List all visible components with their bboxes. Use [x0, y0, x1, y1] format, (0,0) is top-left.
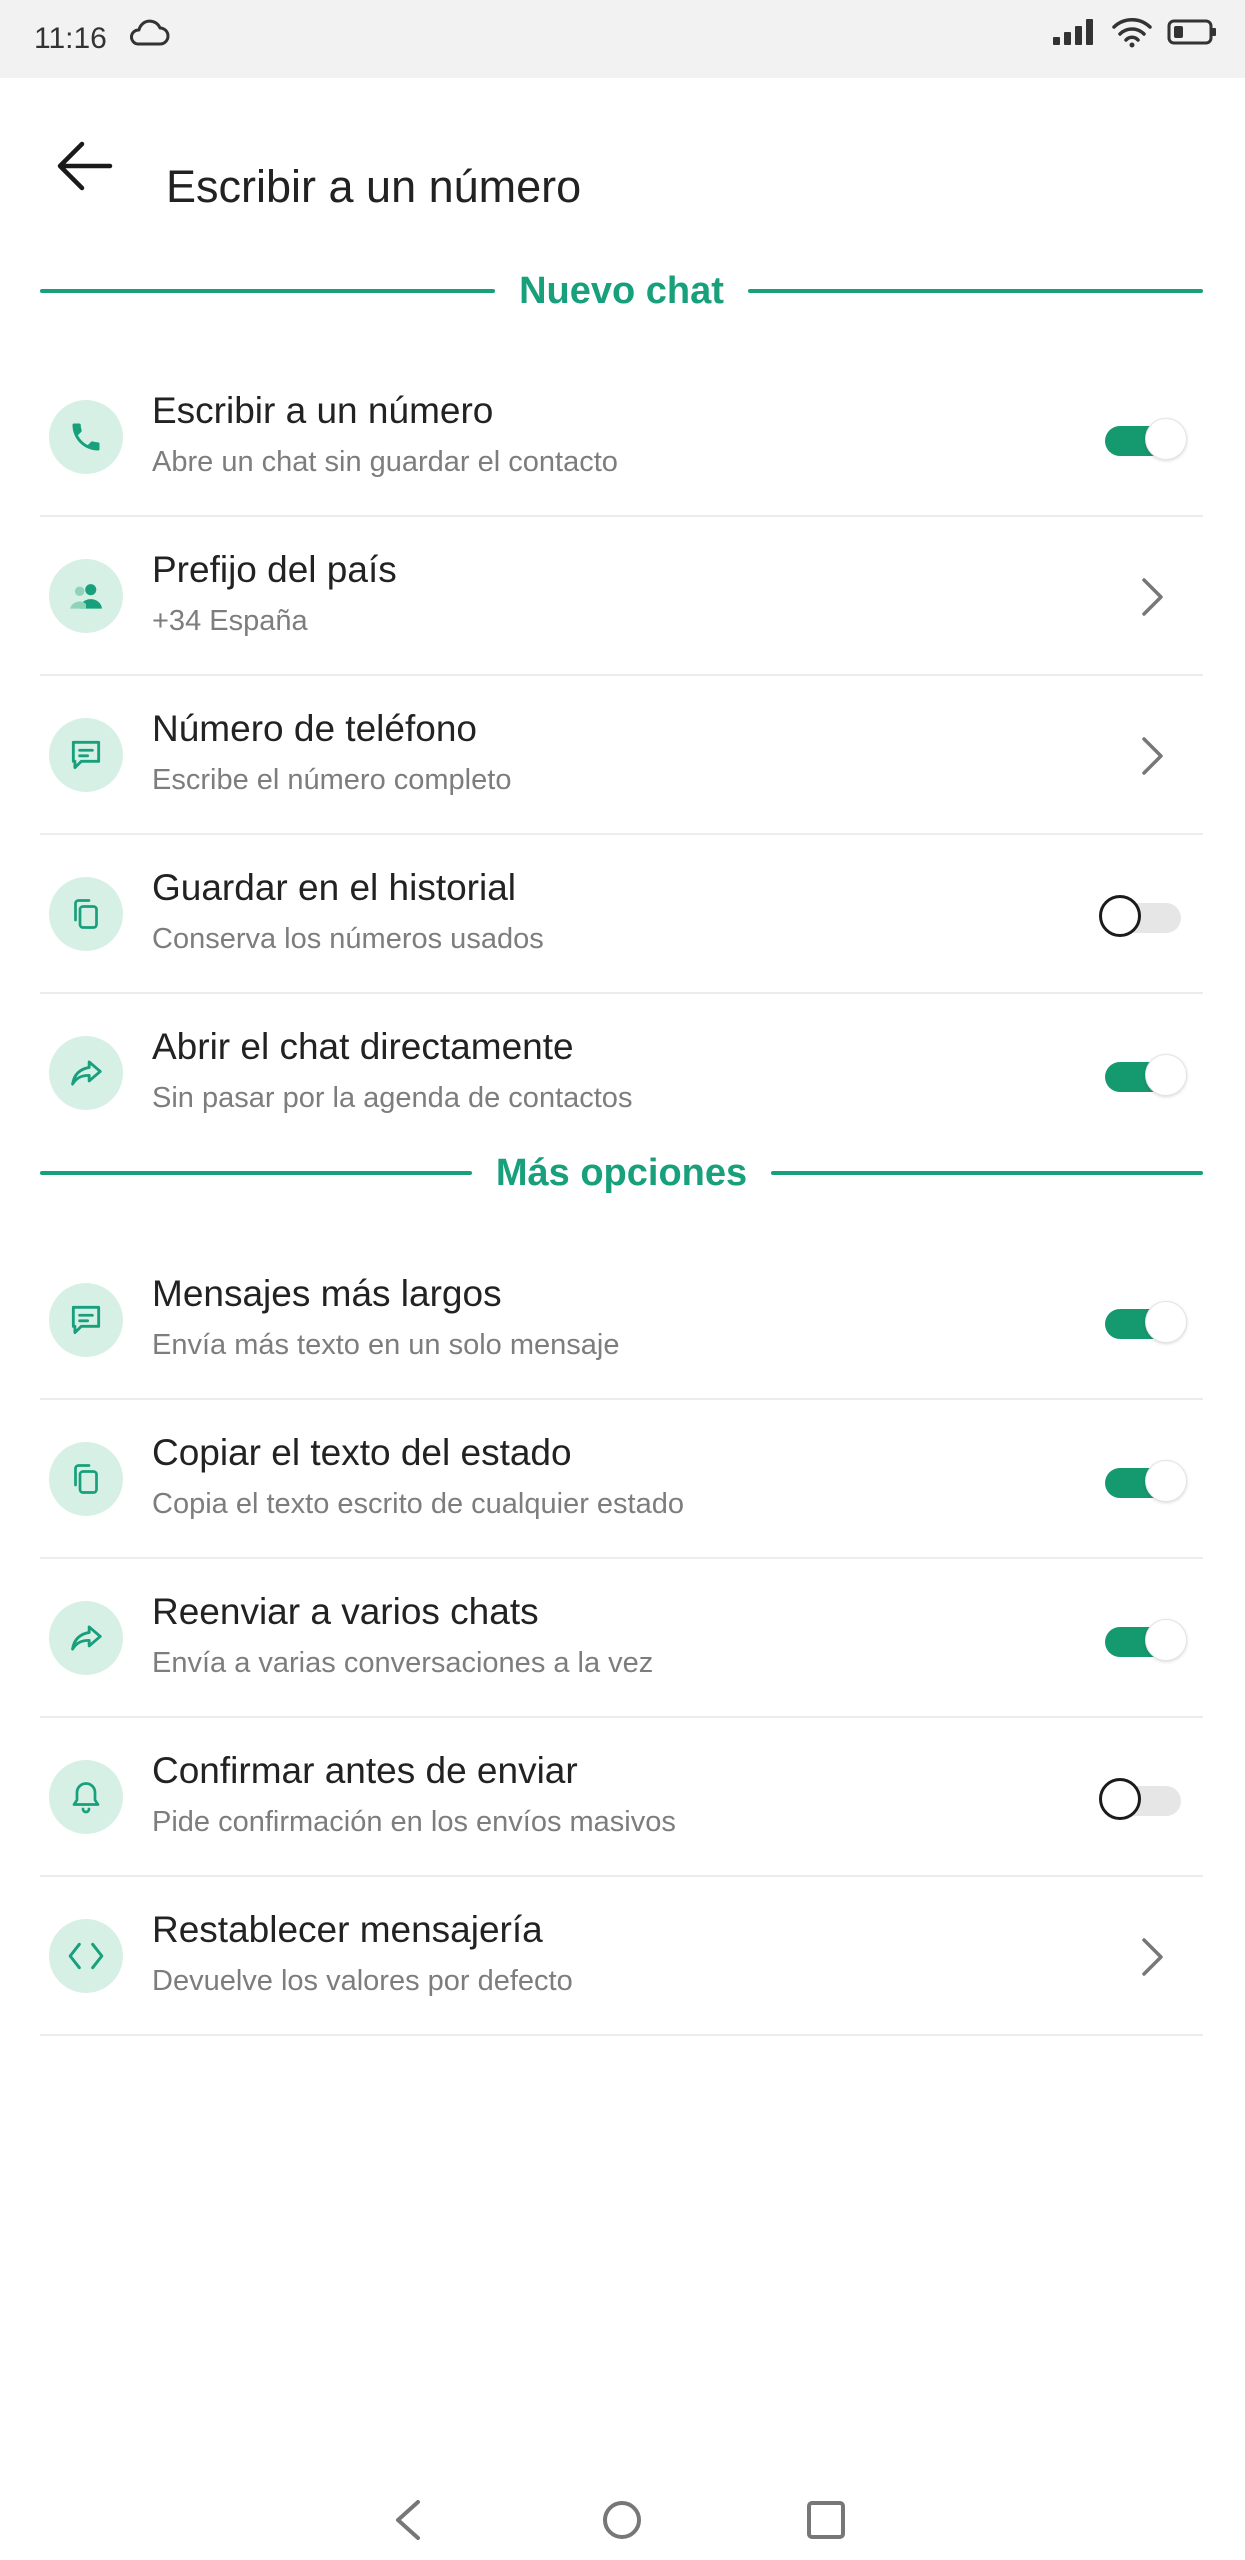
code-icon — [49, 1919, 123, 1993]
section-title: Nuevo chat — [519, 269, 724, 312]
share-icon — [49, 1601, 123, 1675]
toggle-switch[interactable] — [1099, 1776, 1187, 1820]
setting-subtitle: Pide confirmación en los envíos masivos — [152, 1806, 676, 1838]
setting-title: Número de teléfono — [152, 708, 477, 749]
bell-icon — [49, 1760, 123, 1834]
page-title: Escribir a un número — [166, 161, 582, 212]
setting-subtitle: Copia el texto escrito de cualquier esta… — [152, 1488, 684, 1520]
chevron-right-icon — [1133, 1933, 1173, 1981]
section-header-nuevo-chat: Nuevo chat — [40, 261, 1204, 321]
setting-title: Restablecer mensajería — [152, 1909, 543, 1950]
status-bar: 11:16 — [0, 0, 1245, 78]
divider — [40, 1171, 472, 1175]
setting-subtitle: Sin pasar por la agenda de contactos — [152, 1082, 633, 1114]
chevron-right-icon — [1133, 732, 1173, 780]
section-header-mas-opciones: Más opciones — [40, 1143, 1204, 1203]
share-icon — [49, 1036, 123, 1110]
toggle-switch[interactable] — [1099, 1458, 1187, 1502]
setting-numero-de-telefono[interactable]: Número de teléfono Escribe el número com… — [40, 676, 1203, 835]
settings-list-mas-opciones: Mensajes más largos Envía más texto en u… — [40, 1241, 1203, 2036]
chevron-right-icon — [1133, 573, 1173, 621]
people-icon — [49, 559, 123, 633]
setting-title: Copiar el texto del estado — [152, 1432, 572, 1473]
nav-back-button[interactable] — [378, 2490, 438, 2550]
setting-subtitle: Conserva los números usados — [152, 923, 544, 955]
toggle-switch[interactable] — [1099, 1299, 1187, 1343]
setting-reenviar-a-varios-chats[interactable]: Reenviar a varios chats Envía a varias c… — [40, 1559, 1203, 1718]
setting-mensajes-mas-largos[interactable]: Mensajes más largos Envía más texto en u… — [40, 1241, 1203, 1400]
setting-subtitle: Envía a varias conversaciones a la vez — [152, 1647, 654, 1679]
phone-icon — [49, 400, 123, 474]
setting-subtitle: Devuelve los valores por defecto — [152, 1965, 573, 1997]
setting-title: Reenviar a varios chats — [152, 1591, 539, 1632]
toggle-switch[interactable] — [1099, 1617, 1187, 1661]
setting-subtitle: Abre un chat sin guardar el contacto — [152, 446, 618, 478]
status-time: 11:16 — [34, 22, 107, 55]
message-icon — [49, 718, 123, 792]
setting-copiar-el-texto-del-estado[interactable]: Copiar el texto del estado Copia el text… — [40, 1400, 1203, 1559]
nav-home-icon — [603, 2501, 641, 2539]
divider — [747, 289, 1204, 293]
setting-title: Confirmar antes de enviar — [152, 1750, 578, 1791]
setting-subtitle: Escribe el número completo — [152, 764, 512, 796]
copy-icon — [49, 1442, 123, 1516]
settings-list-nuevo-chat: Escribir a un número Abre un chat sin gu… — [40, 358, 1203, 1153]
setting-abrir-el-chat-directamente[interactable]: Abrir el chat directamente Sin pasar por… — [40, 994, 1203, 1153]
copy-icon — [49, 877, 123, 951]
setting-escribir-a-un-numero[interactable]: Escribir a un número Abre un chat sin gu… — [40, 358, 1203, 517]
setting-title: Escribir a un número — [152, 390, 494, 431]
app-header: Escribir a un número — [0, 78, 1245, 268]
setting-confirmar-antes-de-enviar[interactable]: Confirmar antes de enviar Pide confirmac… — [40, 1718, 1203, 1877]
back-button[interactable] — [48, 130, 120, 202]
cloud-icon — [126, 18, 172, 55]
divider — [40, 289, 496, 293]
setting-subtitle: +34 España — [152, 605, 308, 637]
message-icon — [49, 1283, 123, 1357]
nav-recents-icon — [807, 2501, 845, 2539]
setting-title: Guardar en el historial — [152, 867, 517, 908]
setting-title: Mensajes más largos — [152, 1273, 502, 1314]
nav-home-button[interactable] — [592, 2490, 652, 2550]
setting-subtitle: Envía más texto en un solo mensaje — [152, 1329, 620, 1361]
setting-title: Prefijo del país — [152, 549, 397, 590]
battery-icon — [1167, 17, 1217, 52]
wifi-icon — [1111, 16, 1153, 53]
toggle-switch[interactable] — [1099, 416, 1187, 460]
back-arrow-icon — [57, 141, 113, 191]
nav-back-icon — [396, 2500, 420, 2540]
setting-restablecer-mensajeria[interactable]: Restablecer mensajería Devuelve los valo… — [40, 1877, 1203, 2036]
nav-recents-button[interactable] — [796, 2490, 856, 2550]
toggle-switch[interactable] — [1099, 893, 1187, 937]
system-nav-bar — [0, 2470, 1245, 2560]
signal-icon — [1051, 17, 1097, 52]
setting-prefijo-del-pais[interactable]: Prefijo del país +34 España — [40, 517, 1203, 676]
setting-guardar-en-el-historial[interactable]: Guardar en el historial Conserva los núm… — [40, 835, 1203, 994]
setting-title: Abrir el chat directamente — [152, 1026, 574, 1067]
toggle-switch[interactable] — [1099, 1052, 1187, 1096]
section-title: Más opciones — [495, 1151, 748, 1194]
divider — [771, 1171, 1204, 1175]
